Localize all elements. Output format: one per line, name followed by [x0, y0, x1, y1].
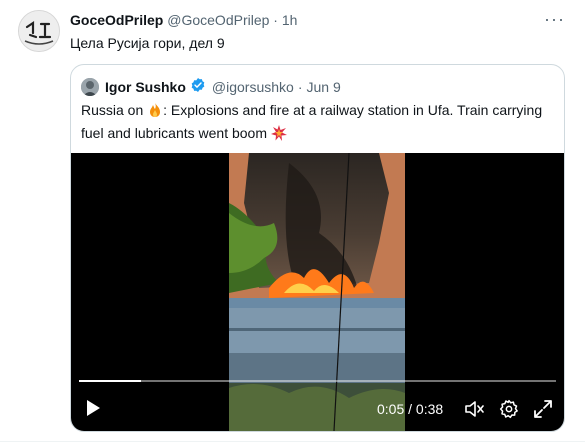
display-name[interactable]: GoceOdPrilep: [70, 12, 163, 28]
quoted-display-name[interactable]: Igor Sushko: [105, 79, 186, 95]
video-progress-fill: [79, 380, 141, 382]
tweet[interactable]: GoceOdPrilep @GoceOdPrilep · 1h ··· Цела…: [0, 0, 585, 442]
video-player[interactable]: 0:05 / 0:38: [71, 153, 564, 431]
video-frame[interactable]: [229, 153, 405, 431]
settings-gear-icon[interactable]: [499, 399, 519, 424]
verified-badge-icon: [190, 77, 206, 96]
current-time: 0:05: [377, 401, 405, 417]
quoted-tweet-text: Russia on : Explosions and fire at a rai…: [81, 100, 551, 146]
tweet-header: GoceOdPrilep @GoceOdPrilep · 1h: [70, 12, 297, 28]
timestamp[interactable]: 1h: [282, 12, 298, 28]
fire-emoji-icon: [147, 102, 163, 123]
collision-emoji-icon: [270, 125, 287, 146]
quoted-date[interactable]: Jun 9: [307, 79, 341, 95]
quoted-handle[interactable]: @igorsushko: [212, 79, 294, 95]
fullscreen-icon[interactable]: [533, 399, 553, 424]
quoted-tweet-header: Igor Sushko @igorsushko · Jun 9: [81, 77, 341, 96]
duration: 0:38: [415, 401, 444, 417]
quoted-text-part1: Russia on: [81, 102, 148, 118]
quoted-tweet[interactable]: Igor Sushko @igorsushko · Jun 9 Russia o…: [70, 64, 565, 432]
more-options-icon[interactable]: ···: [544, 9, 565, 30]
separator-dot: ·: [297, 78, 303, 95]
avatar[interactable]: [18, 10, 60, 52]
video-progress-bar[interactable]: [79, 380, 556, 382]
quoted-avatar[interactable]: [81, 77, 99, 96]
separator-dot: ·: [273, 12, 278, 28]
handle[interactable]: @GoceOdPrilep: [167, 12, 269, 28]
time-separator: /: [404, 401, 416, 417]
play-icon[interactable]: [85, 399, 101, 422]
tweet-text: Цела Русија гори, дел 9: [70, 35, 225, 51]
video-time: 0:05 / 0:38: [377, 401, 443, 417]
volume-icon[interactable]: [464, 400, 484, 423]
